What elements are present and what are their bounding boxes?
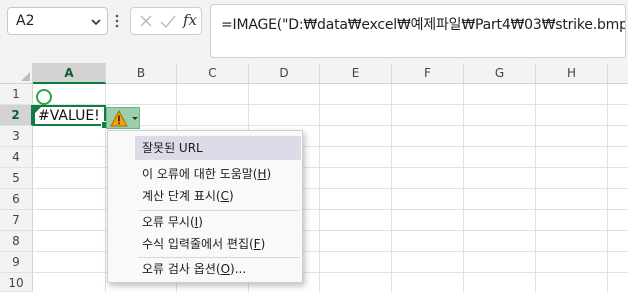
cell-a2-value: #VALUE! <box>38 108 100 124</box>
active-cell-a2[interactable]: #VALUE! <box>33 105 106 126</box>
menu-item-error-checking-options[interactable]: 오류 검사 옵션(O)... <box>142 257 302 281</box>
worksheet-grid: A B C D E F G H 1 2 3 4 5 6 7 8 9 10 #VA… <box>0 63 628 292</box>
menu-item-show-calc-steps[interactable]: 계산 단계 표시(C) <box>142 184 302 208</box>
name-box-value: A2 <box>16 13 35 29</box>
column-header-c[interactable]: C <box>177 63 249 84</box>
row-header-7[interactable]: 7 <box>0 210 33 231</box>
formula-input[interactable]: =IMAGE("D:₩data₩excel₩예제파일₩Part4₩03₩stri… <box>210 4 626 58</box>
error-context-menu: 잘못된 URL 이 오류에 대한 도움말(H) 계산 단계 표시(C) 오류 무… <box>107 130 303 283</box>
error-options-button[interactable] <box>106 107 140 129</box>
select-all-corner[interactable] <box>0 63 33 84</box>
chevron-down-icon[interactable] <box>91 17 101 27</box>
circle-marker <box>36 89 52 105</box>
column-header-h[interactable]: H <box>536 63 608 84</box>
formula-text: =IMAGE("D:₩data₩excel₩예제파일₩Part4₩03₩stri… <box>221 17 626 33</box>
row-header-2[interactable]: 2 <box>0 105 33 126</box>
warning-icon <box>110 110 128 127</box>
row-header-6[interactable]: 6 <box>0 189 33 210</box>
insert-function-button[interactable]: fx <box>183 11 197 29</box>
row-header-1[interactable]: 1 <box>0 84 33 105</box>
more-options-icon[interactable] <box>114 11 120 31</box>
row-header-8[interactable]: 8 <box>0 231 33 252</box>
dropdown-caret-icon <box>132 117 138 120</box>
column-header-e[interactable]: E <box>320 63 392 84</box>
formula-bar-area: A2 fx =IMAGE("D:₩data₩excel₩예제파일₩Part4₩0… <box>0 0 628 63</box>
column-header-b[interactable]: B <box>106 63 177 84</box>
row-header-9[interactable]: 9 <box>0 252 33 273</box>
column-header-a[interactable]: A <box>33 63 106 84</box>
name-box[interactable]: A2 <box>7 7 108 35</box>
enter-check-icon[interactable] <box>160 15 176 28</box>
row-header-4[interactable]: 4 <box>0 147 33 168</box>
row-header-5[interactable]: 5 <box>0 168 33 189</box>
column-header-g[interactable]: G <box>464 63 536 84</box>
row-header-10[interactable]: 10 <box>0 273 33 292</box>
menu-item-edit-in-formula-bar[interactable]: 수식 입력줄에서 편집(F) <box>142 232 302 256</box>
row-header-3[interactable]: 3 <box>0 126 33 147</box>
menu-item-help-on-error[interactable]: 이 오류에 대한 도움말(H) <box>142 162 302 186</box>
column-header-f[interactable]: F <box>392 63 464 84</box>
menu-item-invalid-url[interactable]: 잘못된 URL <box>135 136 301 160</box>
column-header-partial[interactable] <box>608 63 628 84</box>
cancel-icon[interactable] <box>139 14 153 28</box>
column-header-d[interactable]: D <box>249 63 320 84</box>
formula-buttons: fx <box>130 7 202 35</box>
menu-item-ignore-error[interactable]: 오류 무시(I) <box>142 210 302 234</box>
